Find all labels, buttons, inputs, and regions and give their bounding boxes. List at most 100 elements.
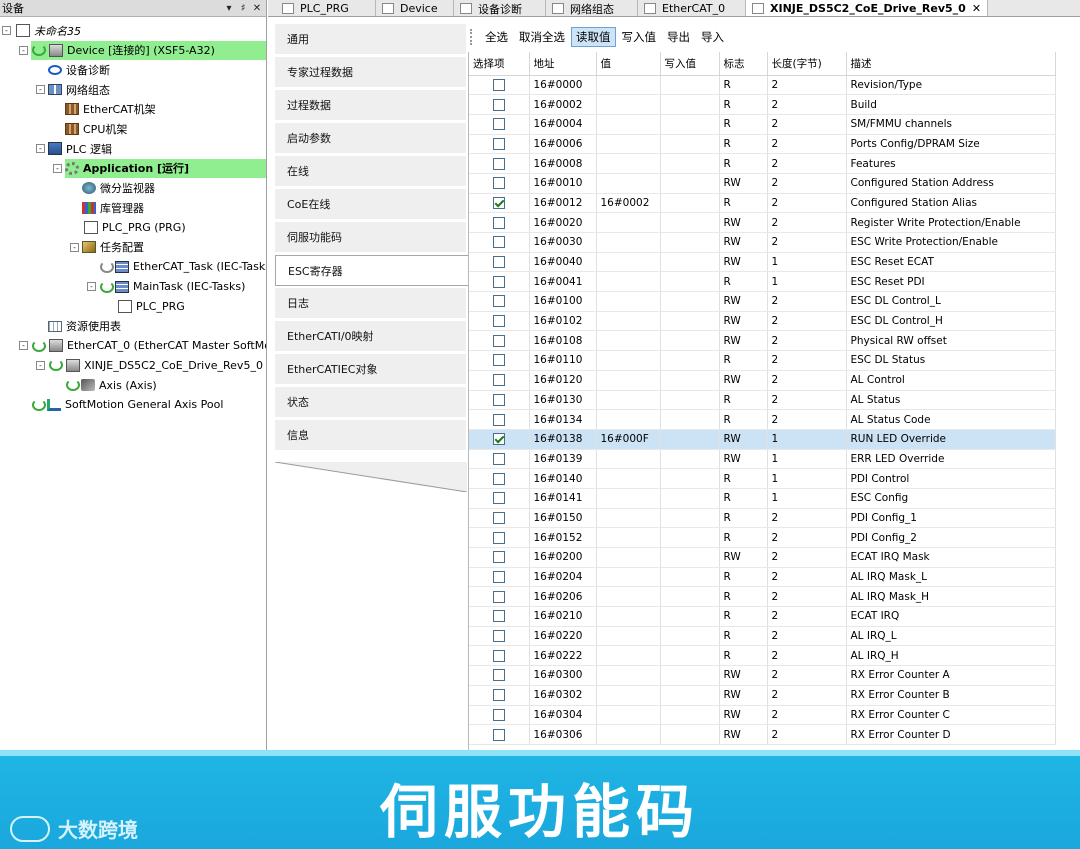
toolbar-button[interactable]: 写入值 <box>617 27 662 47</box>
row-checkbox[interactable] <box>492 610 505 623</box>
write-value-cell[interactable] <box>660 311 720 332</box>
table-row[interactable]: 16#0040 RW 1 ESC Reset ECAT <box>469 252 1056 273</box>
tree-item[interactable]: Device [连接的] (XSF5-A32) <box>31 40 266 60</box>
write-value-cell[interactable] <box>660 705 720 726</box>
category-item[interactable]: 信息 <box>275 420 466 451</box>
write-value-cell[interactable] <box>660 252 720 273</box>
column-header-length[interactable]: 长度(字节) <box>767 52 847 76</box>
table-row[interactable]: 16#0130 R 2 AL Status <box>469 390 1056 411</box>
table-row[interactable]: 16#0134 R 2 AL Status Code <box>469 409 1056 430</box>
tree-collapse-toggle[interactable]: - <box>87 282 96 292</box>
category-item[interactable]: 状态 <box>275 387 466 418</box>
register-table-container[interactable]: 选择项 地址 值 写入值 标志 长度(字节) 描述 16#0000 R 2 Revis… <box>468 52 1080 750</box>
table-row[interactable]: 16#0110 R 2 ESC DL Status <box>469 350 1056 371</box>
tree-item[interactable]: PLC_PRG <box>116 297 185 316</box>
write-value-cell[interactable] <box>660 567 720 588</box>
row-checkbox[interactable] <box>492 216 505 229</box>
row-checkbox[interactable] <box>492 315 505 328</box>
write-value-cell[interactable] <box>660 134 720 155</box>
tab-xinje-ds5c2-coe-drive-rev5-0[interactable]: XINJE_DS5C2_CoE_Drive_Rev5_0 ✕ <box>746 0 989 16</box>
toolbar-button[interactable]: 全选 <box>480 27 513 47</box>
row-checkbox[interactable] <box>492 177 505 190</box>
column-header-description[interactable]: 描述 <box>846 52 1056 76</box>
column-header-select[interactable]: 选择项 <box>469 52 530 76</box>
table-row[interactable]: 16#0000 R 2 Revision/Type <box>469 75 1056 96</box>
tree-item[interactable]: EtherCAT_0 (EtherCAT Master SoftMotion) <box>31 336 266 355</box>
tree-item[interactable]: 任务配置 <box>82 238 144 257</box>
row-checkbox[interactable] <box>492 571 505 584</box>
tree-item[interactable]: 网络组态 <box>48 80 110 99</box>
tree-collapse-toggle[interactable]: - <box>36 360 45 370</box>
row-checkbox[interactable] <box>492 137 505 150</box>
dropdown-icon[interactable]: ▾ <box>222 3 236 14</box>
table-row[interactable]: 16#0220 R 2 AL IRQ_L <box>469 626 1056 647</box>
tree-item[interactable]: Axis (Axis) <box>65 376 157 395</box>
write-value-cell[interactable] <box>660 449 720 470</box>
write-value-cell[interactable] <box>660 173 720 194</box>
row-checkbox[interactable] <box>492 669 505 682</box>
table-row[interactable]: 16#0302 RW 2 RX Error Counter B <box>469 685 1056 706</box>
tree-item[interactable]: PLC 逻辑 <box>48 139 112 158</box>
tree-item[interactable]: MainTask (IEC-Tasks) <box>99 277 245 296</box>
write-value-cell[interactable] <box>660 114 720 135</box>
row-checkbox[interactable] <box>492 393 505 406</box>
row-checkbox[interactable] <box>492 78 505 91</box>
tree-collapse-toggle[interactable]: - <box>2 26 11 35</box>
table-row[interactable]: 16#0206 R 2 AL IRQ Mask_H <box>469 586 1056 608</box>
row-checkbox[interactable] <box>492 256 505 269</box>
table-row[interactable]: 16#0002 R 2 Build <box>469 94 1056 115</box>
table-row[interactable]: 16#0210 R 2 ECAT IRQ <box>469 606 1056 627</box>
row-checkbox[interactable] <box>492 649 505 662</box>
table-row[interactable]: 16#0004 R 2 SM/FMMU channels <box>469 114 1056 135</box>
table-row[interactable]: 16#0108 RW 2 Physical RW offset <box>469 330 1056 352</box>
table-row[interactable]: 16#0102 RW 2 ESC DL Control_H <box>469 311 1056 332</box>
table-row[interactable]: 16#0100 RW 2 ESC DL Control_L <box>469 291 1056 312</box>
write-value-cell[interactable] <box>660 212 720 233</box>
table-row[interactable]: 16#0304 RW 2 RX Error Counter C <box>469 705 1056 726</box>
write-value-cell[interactable] <box>660 153 720 174</box>
row-checkbox[interactable] <box>492 118 505 131</box>
tree-collapse-toggle[interactable]: - <box>53 163 62 173</box>
tree-collapse-toggle[interactable]: - <box>36 85 45 95</box>
table-row[interactable]: 16#0140 R 1 PDI Control <box>469 468 1056 489</box>
row-checkbox[interactable] <box>492 452 505 465</box>
table-row[interactable]: 16#0120 RW 2 AL Control <box>469 370 1056 391</box>
write-value-cell[interactable] <box>660 586 720 608</box>
row-checkbox[interactable] <box>492 511 505 524</box>
row-checkbox[interactable] <box>492 472 505 485</box>
category-item[interactable]: EtherCATIEC对象 <box>275 354 466 385</box>
write-value-cell[interactable] <box>660 724 720 745</box>
tree-item[interactable]: CPU机架 <box>65 120 127 139</box>
write-value-cell[interactable] <box>660 232 720 253</box>
row-checkbox[interactable] <box>492 275 505 288</box>
write-value-cell[interactable] <box>660 429 720 450</box>
table-row[interactable]: 16#0141 R 1 ESC Config <box>469 488 1056 509</box>
write-value-cell[interactable] <box>660 547 720 568</box>
tree-item[interactable]: 库管理器 <box>82 198 144 217</box>
row-checkbox[interactable] <box>492 728 505 741</box>
row-checkbox[interactable] <box>492 196 505 209</box>
table-row[interactable]: 16#0204 R 2 AL IRQ Mask_L <box>469 567 1056 588</box>
category-item[interactable]: 日志 <box>275 288 466 319</box>
write-value-cell[interactable] <box>660 685 720 706</box>
category-item[interactable]: 过程数据 <box>275 90 466 121</box>
table-row[interactable]: 16#0152 R 2 PDI Config_2 <box>469 527 1056 548</box>
write-value-cell[interactable] <box>660 370 720 391</box>
row-checkbox[interactable] <box>492 551 505 564</box>
toolbar-button[interactable]: 导出 <box>662 27 695 47</box>
tree-item[interactable]: Application [运行] <box>65 158 266 178</box>
category-item[interactable]: 启动参数 <box>275 123 466 154</box>
row-checkbox[interactable] <box>492 236 505 249</box>
tree-item[interactable]: EtherCAT机架 <box>65 100 156 119</box>
row-checkbox[interactable] <box>492 433 505 446</box>
write-value-cell[interactable] <box>660 626 720 647</box>
table-row[interactable]: 16#0008 R 2 Features <box>469 153 1056 174</box>
row-checkbox[interactable] <box>492 689 505 702</box>
tree-collapse-toggle[interactable]: - <box>36 144 45 154</box>
tree-collapse-toggle[interactable]: - <box>19 341 28 351</box>
write-value-cell[interactable] <box>660 488 720 509</box>
category-item[interactable]: ESC寄存器 <box>275 255 468 286</box>
write-value-cell[interactable] <box>660 645 720 667</box>
row-checkbox[interactable] <box>492 413 505 426</box>
tab--[interactable]: 设备诊断 <box>454 0 546 16</box>
